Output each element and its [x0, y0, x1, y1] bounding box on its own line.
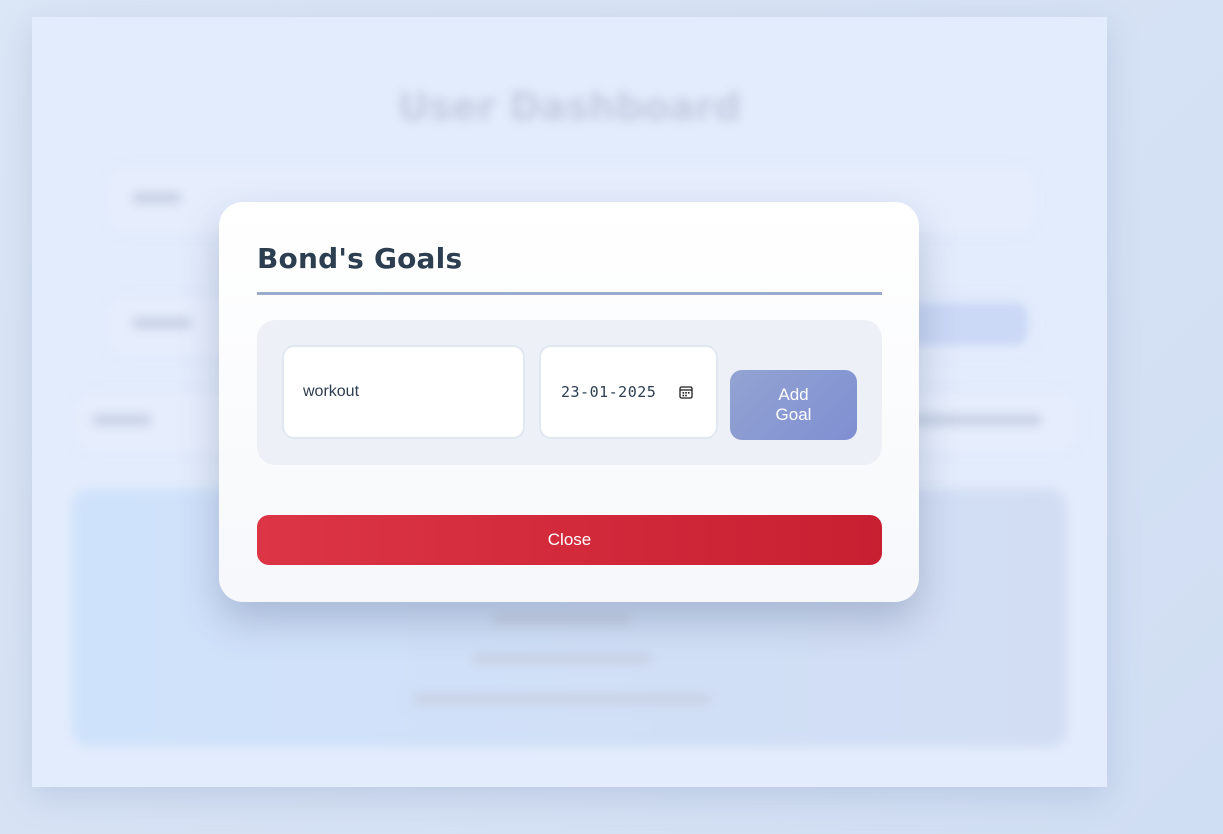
add-goal-button-label: Add Goal [775, 385, 812, 424]
dashboard-text [412, 693, 712, 705]
dashboard-text [132, 317, 192, 329]
dashboard-title: User Dashboard [398, 85, 741, 129]
close-button-label: Close [547, 530, 592, 549]
app-viewport: User Dashboard Bond's Goals workout 23-0… [0, 0, 1223, 834]
add-goal-button[interactable]: Add Goal [730, 370, 857, 440]
goal-date-input[interactable]: 23-01-2025 [539, 345, 718, 439]
modal-title: Bond's Goals [257, 242, 463, 275]
calendar-icon[interactable] [679, 385, 693, 399]
dashboard-text [132, 192, 182, 204]
dashboard-text [92, 414, 152, 426]
close-button[interactable]: Close [257, 515, 882, 565]
goal-input-value: workout [303, 383, 360, 400]
dashboard-text [492, 613, 632, 625]
goals-modal: Bond's Goals workout 23-01-2025 Add Goal… [219, 202, 919, 602]
title-divider [257, 292, 882, 295]
goal-input[interactable]: workout [282, 345, 525, 439]
dashboard-button [900, 302, 1028, 346]
goal-date-value: 23-01-2025 [561, 383, 657, 401]
dashboard-text [912, 414, 1042, 426]
dashboard-text [472, 653, 652, 665]
add-goal-form: workout 23-01-2025 Add Goal [257, 320, 882, 465]
